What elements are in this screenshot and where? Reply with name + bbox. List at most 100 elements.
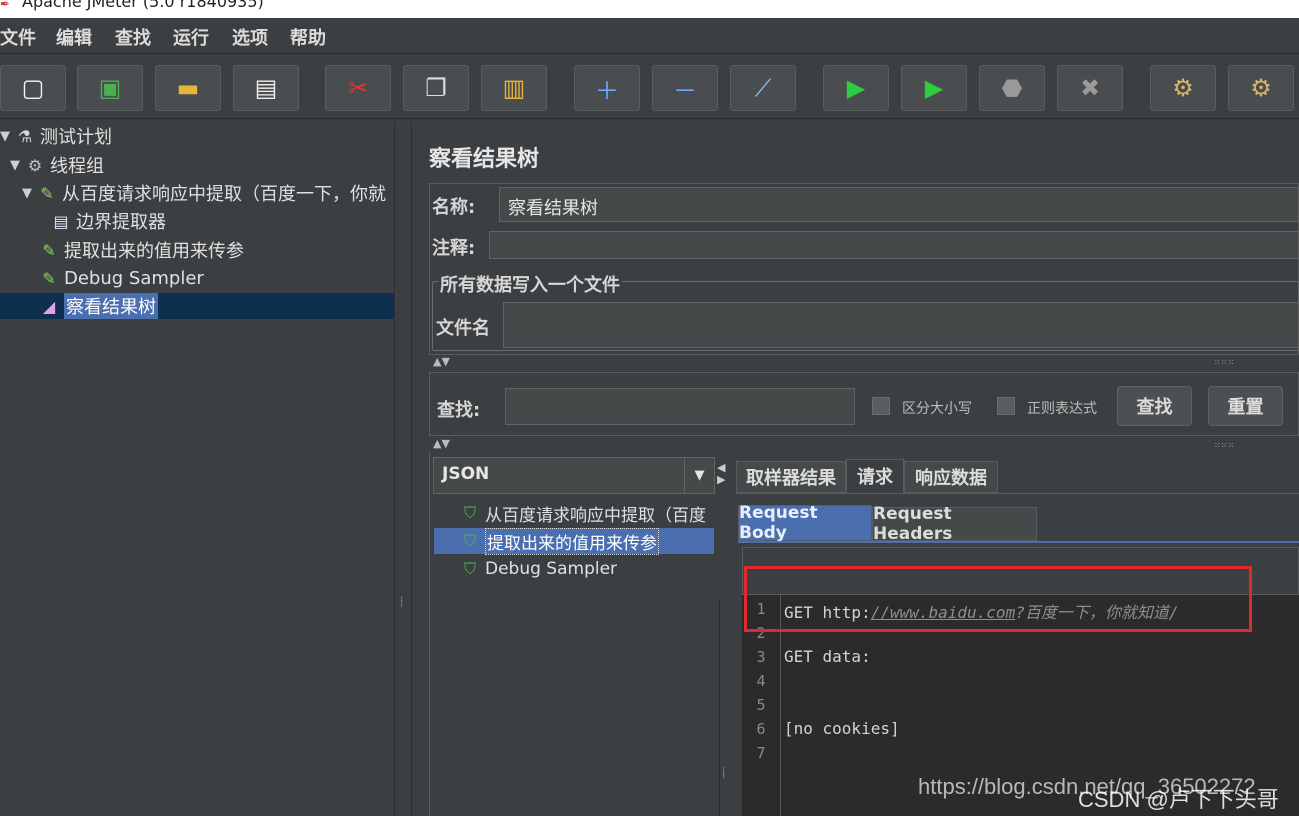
filename-label: 文件名 (436, 318, 490, 339)
result-item-baidu[interactable]: ⛉ 从百度请求响应中提取（百度 (459, 500, 706, 526)
line-number: 3 (756, 648, 766, 666)
file-group-title: 所有数据写入一个文件 (438, 271, 622, 297)
comment-field[interactable] (489, 231, 1299, 259)
pipette-icon: ✎ (42, 268, 56, 288)
new-icon[interactable]: ▢ (0, 65, 66, 111)
start-no-pause-icon[interactable]: ▶ (901, 65, 967, 111)
name-field[interactable]: 察看结果树 (499, 187, 1299, 222)
filename-field[interactable] (503, 302, 1299, 348)
window-title: Apache JMeter (5.0 r1840935) (22, 0, 264, 11)
pipette-icon: ✎ (42, 240, 56, 260)
copy-icon[interactable]: ❐ (403, 65, 469, 111)
menu-run[interactable]: 运行 (173, 24, 209, 50)
shutdown-icon[interactable]: ✖ (1057, 65, 1123, 111)
tree-item-pass-param[interactable]: ✎ 提取出来的值用来传参 (38, 237, 244, 263)
tree-item-boundary-extractor[interactable]: ▤ 边界提取器 (50, 208, 166, 234)
chart-icon: ◢ (42, 296, 56, 316)
regex-checkbox[interactable] (997, 397, 1015, 415)
tab-sampler-result[interactable]: 取样器结果 (736, 461, 846, 493)
search-label: 查找: (437, 400, 481, 421)
menu-options[interactable]: 选项 (232, 24, 268, 50)
stop-icon[interactable]: ⬣ (979, 65, 1045, 111)
tree-item-view-results-tree[interactable]: ◢ 察看结果树 (0, 293, 394, 319)
subtab-request-body[interactable]: Request Body (738, 503, 872, 543)
tree-item-label: 测试计划 (40, 127, 112, 148)
clear-icon[interactable]: ⚙ (1150, 65, 1216, 111)
cut-icon[interactable]: ✂ (325, 65, 391, 111)
results-splitter[interactable]: ⁞ ⁞ (719, 600, 731, 816)
tree-item-label: 边界提取器 (76, 212, 166, 233)
collapse-arrows-icon[interactable]: ▲▼ (433, 437, 450, 450)
shield-check-icon: ⛉ (463, 531, 476, 550)
renderer-value: JSON (442, 464, 490, 484)
pipette-icon: ✎ (40, 183, 54, 203)
menu-help[interactable]: 帮助 (290, 24, 326, 50)
tab-response-data[interactable]: 响应数据 (904, 461, 998, 493)
collapse-arrows-icon[interactable]: ▲▼ (433, 355, 450, 368)
tree-item-label: 察看结果树 (64, 293, 158, 319)
title-bar: ✒ Apache JMeter (5.0 r1840935) (0, 0, 1299, 18)
document-icon: ▤ (53, 211, 69, 231)
subtab-request-headers[interactable]: Request Headers (872, 504, 1037, 544)
result-item-pass-param[interactable]: ⛉ 提取出来的值用来传参 (434, 527, 714, 555)
split-arrows-icon[interactable]: ◀ ▶ (717, 462, 725, 486)
menu-file[interactable]: 文件 (0, 24, 36, 50)
name-label: 名称: (432, 197, 476, 218)
result-label: Debug Sampler (485, 559, 618, 579)
start-icon[interactable]: ▶ (823, 65, 889, 111)
expand-plus-icon[interactable]: ＋ (574, 65, 640, 111)
line-number: 4 (756, 672, 766, 690)
collapse-minus-icon[interactable]: － (652, 65, 718, 111)
tree-item-label: 线程组 (50, 156, 104, 177)
jmeter-feather-icon: ✒ (0, 0, 11, 11)
expand-arrow-icon[interactable]: ▼ (0, 129, 14, 144)
menu-bar: 文件 编辑 查找 运行 选项 帮助 (0, 18, 1299, 54)
regex-label: 正则表达式 (1027, 401, 1097, 417)
toolbar: ▢ ▣ ▬ ▤ ✂ ❐ ▥ ＋ － ⟋ ▶ ▶ ⬣ ✖ ⚙ ⚙ (0, 55, 1299, 119)
search-input[interactable] (505, 388, 855, 425)
code-line-6: [no cookies] (784, 719, 900, 738)
clear-all-icon[interactable]: ⚙ (1228, 65, 1294, 111)
menu-edit[interactable]: 编辑 (56, 24, 92, 50)
line-number: 7 (756, 744, 766, 762)
resize-dots-icon[interactable]: ⁙⁙⁙ (1214, 358, 1234, 367)
tree-item-sampler-baidu[interactable]: ▼ ✎ 从百度请求响应中提取（百度一下，你就 (22, 180, 386, 206)
shield-check-icon: ⛉ (463, 559, 476, 578)
menu-search[interactable]: 查找 (115, 24, 151, 50)
templates-icon[interactable]: ▣ (77, 65, 143, 111)
line-number: 5 (756, 696, 766, 714)
renderer-select[interactable]: JSON ▼ (433, 457, 715, 494)
save-icon[interactable]: ▤ (233, 65, 299, 111)
open-folder-icon[interactable]: ▬ (155, 65, 221, 111)
reset-button[interactable]: 重置 (1208, 386, 1283, 426)
comment-label: 注释: (432, 238, 476, 259)
case-sensitive-checkbox[interactable] (872, 397, 890, 415)
shield-check-icon: ⛉ (463, 503, 476, 522)
splitter-grip[interactable]: ⁞ ⁞ (722, 767, 725, 781)
tree-item-thread-group[interactable]: ▼ ⚙ 线程组 (10, 152, 104, 178)
paste-icon[interactable]: ▥ (481, 65, 547, 111)
case-sensitive-label: 区分大小写 (902, 401, 972, 417)
result-label: 从百度请求响应中提取（百度 (485, 505, 706, 526)
subtab-underline (738, 541, 1299, 543)
resize-dots-icon[interactable]: ⁙⁙⁙ (1214, 441, 1234, 450)
tree-item-test-plan[interactable]: ▼ ⚗ 测试计划 (0, 123, 112, 149)
gear-icon: ⚙ (27, 155, 43, 175)
chevron-down-icon[interactable]: ▼ (684, 458, 714, 493)
highlight-box (744, 566, 1252, 632)
tree-item-label: 提取出来的值用来传参 (64, 241, 244, 262)
test-plan-tree: ▼ ⚗ 测试计划 ▼ ⚙ 线程组 ▼ ✎ 从百度请求响应中提取（百度一下，你就 … (0, 121, 394, 816)
search-button[interactable]: 查找 (1117, 386, 1192, 426)
line-number: 6 (756, 720, 766, 738)
expand-arrow-icon[interactable]: ▼ (22, 186, 36, 201)
toggle-icon[interactable]: ⟋ (730, 65, 796, 111)
splitter-grip[interactable]: ⁞ ⁞ (400, 596, 403, 610)
tree-item-debug-sampler[interactable]: ✎ Debug Sampler (38, 265, 204, 291)
code-line-3: GET data: (784, 647, 871, 666)
main-splitter[interactable]: ⁞ ⁞ (394, 121, 412, 816)
result-item-debug[interactable]: ⛉ Debug Sampler (459, 556, 617, 582)
panel-title: 察看结果树 (429, 147, 540, 172)
watermark-author: CSDN @卢下下头哥 (1078, 787, 1279, 812)
tab-request[interactable]: 请求 (846, 459, 904, 493)
expand-arrow-icon[interactable]: ▼ (10, 158, 24, 173)
